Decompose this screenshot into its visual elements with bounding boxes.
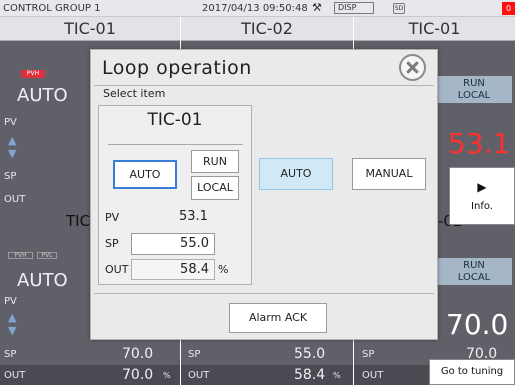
- out-value: 58.4: [131, 259, 215, 280]
- info-button[interactable]: ▶ Info.: [449, 167, 515, 225]
- sp-label-bottom-2: SP: [188, 349, 201, 360]
- sp-label-bottom-3: SP: [362, 349, 375, 360]
- pv-label-top: PV: [4, 117, 17, 128]
- dialog-title: Loop operation: [102, 57, 252, 79]
- out-label-bottom-2: OUT: [188, 370, 210, 381]
- out-label-top: OUT: [4, 194, 26, 205]
- go-to-tuning-button[interactable]: Go to tuning: [429, 359, 515, 385]
- pv-value-right: 53.1: [448, 127, 511, 160]
- out-label-bottom-3: OUT: [362, 370, 384, 381]
- run-label: RUN: [463, 260, 485, 271]
- sd-card-icon: SD: [393, 3, 405, 14]
- datetime: 2017/04/13 09:50:48: [202, 3, 308, 14]
- panel-divider: [108, 144, 243, 145]
- title-divider: [94, 85, 434, 86]
- loop-tag-3: TIC-01: [354, 17, 515, 41]
- sp-value-bottom-2: 55.0: [294, 346, 326, 362]
- alarm-indicator[interactable]: 0: [502, 2, 515, 15]
- local-button[interactable]: LOCAL: [191, 176, 239, 200]
- status-bar: CONTROL GROUP 1 2017/04/13 09:50:48 ⚒ DI…: [0, 0, 515, 17]
- mid-tag-partial: TIC: [66, 212, 91, 230]
- out-value-bottom-1: 70.0: [122, 367, 154, 383]
- out-label-bottom: OUT: [4, 370, 26, 381]
- disp-indicator[interactable]: DISP: [334, 2, 374, 14]
- run-button[interactable]: RUN: [191, 150, 239, 173]
- run-local-indicator-top: RUN LOCAL: [436, 76, 512, 103]
- footer-divider: [94, 293, 434, 294]
- selected-tag: TIC-01: [147, 110, 203, 130]
- mode-manual-button[interactable]: MANUAL: [352, 158, 426, 190]
- pct-unit-2: %: [333, 371, 341, 380]
- auto-button[interactable]: AUTO: [113, 160, 177, 189]
- pv-label-bottom: PV: [4, 296, 17, 307]
- close-icon[interactable]: [399, 54, 426, 81]
- local-label: LOCAL: [457, 90, 491, 101]
- sp-label-bottom: SP: [4, 349, 17, 360]
- chevron-right-icon: ▶: [477, 180, 487, 194]
- run-local-indicator-bottom: RUN LOCAL: [436, 258, 512, 285]
- sp-label: SP: [105, 237, 119, 250]
- pct-unit-1: %: [163, 371, 171, 380]
- selected-loop-panel: TIC-01 AUTO RUN LOCAL PV 53.1 SP 55.0 OU…: [98, 105, 252, 285]
- loop-tag-1: TIC-01: [0, 17, 180, 41]
- pvl-badge-bottom: PVL: [37, 252, 57, 259]
- group-title: CONTROL GROUP 1: [3, 3, 101, 14]
- up-down-arrows-icon: ▲ ▼: [8, 134, 17, 160]
- loop-tag-2: TIC-02: [181, 17, 353, 41]
- sp-label-top: SP: [4, 171, 17, 182]
- mode-label-top: AUTO: [17, 85, 68, 106]
- pv-value-right-bottom: 70.0: [446, 308, 509, 341]
- pvh-alarm-badge: PVH: [21, 70, 45, 78]
- wrench-icon: ⚒: [312, 1, 322, 14]
- sp-value-bottom-1: 70.0: [122, 346, 154, 362]
- out-label: OUT: [105, 263, 129, 276]
- sp-input[interactable]: 55.0: [131, 233, 215, 255]
- pv-label: PV: [105, 211, 120, 224]
- mode-label-bottom: AUTO: [17, 270, 68, 291]
- local-label: LOCAL: [457, 272, 491, 283]
- loop-operation-dialog: Loop operation Select item TIC-01 AUTO R…: [90, 49, 438, 340]
- info-label: Info.: [471, 201, 493, 212]
- pv-value: 53.1: [179, 209, 208, 224]
- mode-auto-button[interactable]: AUTO: [259, 158, 333, 190]
- run-label: RUN: [463, 78, 485, 89]
- out-value-bottom-2: 58.4: [294, 367, 326, 383]
- up-down-arrows-icon: ▲ ▼: [8, 311, 17, 337]
- alarm-ack-button[interactable]: Alarm ACK: [229, 303, 327, 333]
- pvh-badge-bottom: PVH: [8, 252, 33, 259]
- out-unit: %: [218, 263, 229, 276]
- select-item-label: Select item: [103, 87, 166, 100]
